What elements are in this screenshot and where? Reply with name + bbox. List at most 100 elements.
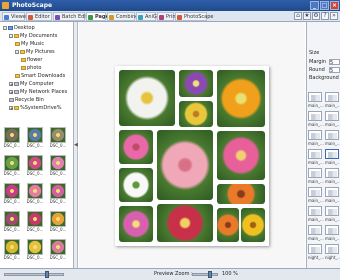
expand-icon[interactable]: » [330, 12, 338, 20]
collage-photo-white-calla[interactable] [119, 168, 153, 202]
layout-preset[interactable] [308, 168, 322, 178]
layout-preset[interactable] [308, 244, 322, 254]
thumbnail[interactable]: DSC_0... [2, 238, 22, 264]
thumbnail[interactable]: DSC_0... [25, 126, 45, 152]
settings-icon[interactable]: ⚙ [312, 12, 320, 20]
layout-preset[interactable] [308, 111, 322, 121]
expand-icon[interactable]: + [9, 81, 13, 86]
tree-item-label: photo [27, 65, 42, 71]
collage-photo-pink-cosmos[interactable] [119, 206, 153, 242]
thumbnail[interactable]: DSC_0... [2, 210, 22, 236]
tab-anigif[interactable]: AniGif [136, 12, 160, 21]
thumbnail[interactable]: DSC_0... [48, 154, 68, 180]
layout-preset[interactable] [325, 244, 339, 254]
close-button[interactable]: × [330, 1, 339, 10]
layout-preset[interactable] [308, 187, 322, 197]
layout-preset[interactable] [308, 206, 322, 216]
tab-viewer[interactable]: Viewer [2, 12, 28, 21]
layout-preset[interactable] [325, 187, 339, 197]
layout-preset[interactable] [325, 168, 339, 178]
page-size-slider-knob[interactable] [45, 271, 49, 278]
layout-preview [311, 152, 320, 158]
round-field[interactable]: 5 [329, 67, 340, 74]
collage-photo-purple-flower[interactable] [179, 70, 213, 97]
thumbnail[interactable]: DSC_0... [25, 154, 45, 180]
folder-icon [14, 105, 19, 110]
minimize-button[interactable]: _ [310, 1, 319, 10]
tree-item[interactable]: My Music [15, 41, 44, 47]
tree-item[interactable]: photo [21, 65, 41, 71]
help-icon[interactable]: ? [321, 12, 329, 20]
layout-preset[interactable] [308, 149, 322, 159]
browser-panel: - Desktop - My Documents My Music - My Picture… [0, 22, 74, 268]
page-options-panel: Size Margin 5 Round 5 Background main_..… [306, 22, 340, 268]
thumbnail[interactable]: DSC_0... [2, 154, 22, 180]
thumbnail[interactable]: DSC_0... [48, 126, 68, 152]
tree-item[interactable]: flower [21, 57, 42, 63]
thumbnail[interactable]: DSC_0... [25, 238, 45, 264]
collage-photo-pink-gerbera[interactable] [119, 130, 153, 164]
thumbnail[interactable]: DSC_0... [2, 182, 22, 208]
tree-item[interactable]: Smart Downloads [15, 73, 65, 79]
collage-photo-pink-blossom-branch[interactable] [157, 130, 213, 200]
tree-item[interactable]: + My Network Places [9, 89, 67, 95]
tab-page[interactable]: Page [86, 12, 109, 21]
tab-print[interactable]: Print [157, 12, 178, 21]
expand-icon[interactable]: + [9, 105, 13, 110]
collapse-icon[interactable]: - [15, 49, 19, 54]
thumbnail[interactable]: DSC_0... [48, 210, 68, 236]
collage-photo-red-flower[interactable] [157, 204, 213, 242]
collapse-arrow-icon[interactable]: ◀ [74, 142, 78, 148]
panel-splitter[interactable]: ◀ [74, 22, 78, 268]
thumbnail[interactable]: DSC_0... [2, 126, 22, 152]
tab-batch-editor[interactable]: Batch Editor [53, 12, 93, 21]
layout-preset-label: main_... [325, 236, 340, 241]
tab-editor[interactable]: Editor [26, 12, 52, 21]
layout-preset-label: main_... [308, 160, 324, 165]
layout-preset[interactable] [308, 92, 322, 102]
layout-preset[interactable] [325, 225, 339, 235]
layout-preset-label: main_... [325, 122, 340, 127]
layout-preset-label: main_... [308, 103, 324, 108]
collapse-icon[interactable]: - [3, 25, 7, 30]
collage-photo-white-daisy[interactable] [119, 70, 175, 126]
tree-item[interactable]: + %SystemDrive% [9, 105, 61, 111]
tab-combine[interactable]: Combine [107, 12, 138, 21]
thumbnail[interactable]: DSC_0... [48, 182, 68, 208]
home-icon[interactable]: ⌂ [294, 12, 302, 20]
margin-field[interactable]: 5 [329, 59, 340, 66]
expand-icon[interactable]: + [9, 89, 13, 94]
tree-item[interactable]: - Desktop [3, 25, 35, 31]
layout-preset[interactable] [308, 130, 322, 140]
thumbnail[interactable]: DSC_0... [48, 238, 68, 264]
zoom-slider[interactable] [192, 271, 218, 278]
layout-preset[interactable] [325, 130, 339, 140]
maximize-button[interactable]: □ [320, 1, 329, 10]
collage-photo-yellow-flower[interactable] [179, 101, 213, 127]
tree-item[interactable]: - My Pictures [15, 49, 55, 55]
zoom-slider-knob[interactable] [208, 271, 212, 278]
folder-tree: - Desktop - My Documents My Music - My Picture… [0, 22, 74, 122]
collage-photo-orange-flower-large[interactable] [217, 70, 265, 127]
collage-photo[interactable] [217, 208, 239, 242]
layout-preset[interactable] [325, 92, 339, 102]
tree-item[interactable]: Recycle Bin [9, 97, 44, 103]
collage-photo[interactable] [241, 208, 265, 242]
star-icon[interactable]: ★ [303, 12, 311, 20]
thumbnail[interactable]: DSC_0... [25, 210, 45, 236]
layout-preset[interactable] [308, 225, 322, 235]
collage-photo-orange-gerbera[interactable] [217, 184, 265, 204]
folder-icon [21, 65, 26, 70]
collapse-icon[interactable]: - [9, 33, 13, 38]
layout-preset[interactable] [325, 206, 339, 216]
tree-item[interactable]: + My Computer [9, 81, 54, 87]
layout-preset[interactable] [325, 149, 339, 159]
layout-preset[interactable] [325, 111, 339, 121]
tree-item[interactable]: - My Documents [9, 33, 57, 39]
page-collage[interactable] [115, 66, 269, 246]
collage-photo-pink-chrysanthemum[interactable] [217, 131, 265, 180]
page-size-slider[interactable] [4, 271, 64, 278]
thumbnail[interactable]: DSC_0... [25, 182, 45, 208]
tree-item-label: flower [27, 57, 43, 63]
tab-photoscape[interactable]: PhotoScape [175, 12, 214, 21]
